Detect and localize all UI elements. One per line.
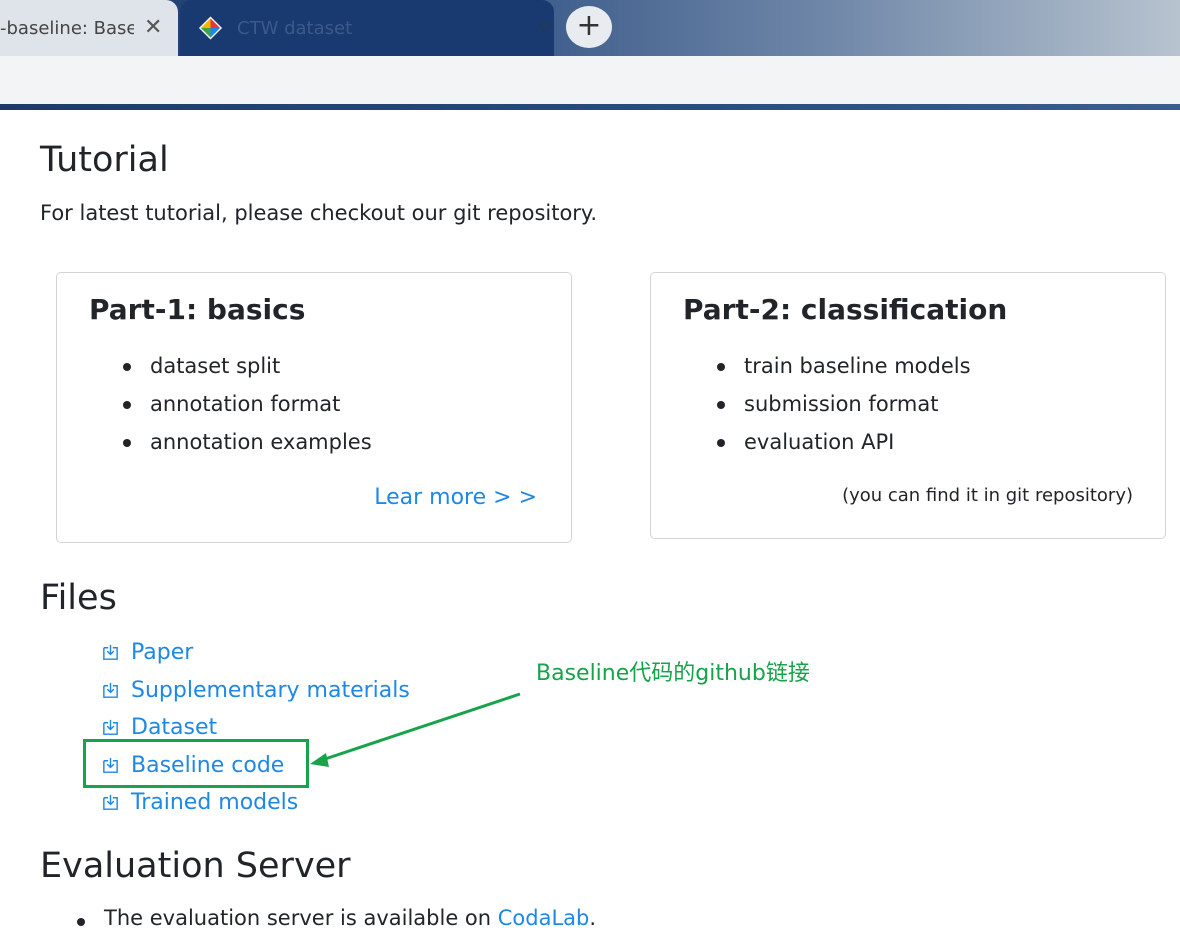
file-link-label[interactable]: Paper	[131, 640, 193, 665]
card-title: Part-1: basics	[89, 293, 306, 326]
browser-toolbar	[0, 56, 1180, 104]
download-icon	[103, 720, 118, 736]
tutorial-heading: Tutorial	[40, 140, 169, 180]
tutorial-description: For latest tutorial, please checkout our…	[40, 201, 598, 225]
file-link-paper[interactable]: Paper	[101, 634, 410, 672]
evaluation-heading: Evaluation Server	[40, 846, 351, 886]
new-tab-button[interactable]: +	[566, 6, 612, 48]
list-item: annotation format	[123, 385, 372, 423]
site-favicon-icon	[198, 16, 223, 40]
evaluation-list: The evaluation server is available on Co…	[77, 906, 596, 930]
file-link-label[interactable]: Trained models	[131, 790, 298, 815]
browser-tabstrip: -baseline: Base ✕ CTW dataset ✕ +	[0, 0, 1180, 56]
tab-baseline[interactable]: -baseline: Base ✕	[0, 0, 178, 56]
download-icon	[103, 645, 118, 661]
toolbar-divider	[0, 104, 1180, 110]
download-icon	[103, 795, 118, 811]
close-icon[interactable]: ✕	[536, 17, 554, 39]
tab-title: -baseline: Base	[0, 17, 134, 39]
download-icon	[103, 682, 118, 698]
card-note: (you can find it in git repository)	[842, 485, 1133, 506]
card-part-1: Part-1: basics dataset split annotation …	[56, 272, 572, 543]
evaluation-text-end: .	[589, 906, 597, 930]
annotation-label: Baseline代码的github链接	[536, 661, 810, 686]
file-link-trained-models[interactable]: Trained models	[101, 784, 410, 822]
evaluation-text: The evaluation server is available on	[104, 906, 498, 930]
list-item: dataset split	[123, 347, 372, 385]
files-heading: Files	[40, 578, 117, 618]
file-list: Paper Supplementary materials Dataset Ba…	[101, 634, 410, 822]
list-item: train baseline models	[717, 347, 971, 385]
codalab-link[interactable]: CodaLab	[498, 906, 590, 930]
card-list: dataset split annotation format annotati…	[123, 347, 372, 461]
close-icon[interactable]: ✕	[144, 17, 162, 39]
file-link-label[interactable]: Dataset	[131, 715, 217, 740]
list-item: submission format	[717, 385, 971, 423]
list-item: The evaluation server is available on Co…	[77, 906, 596, 930]
tab-ctw-dataset[interactable]: CTW dataset ✕	[180, 0, 554, 56]
card-part-2: Part-2: classification train baseline mo…	[650, 272, 1166, 539]
list-item: evaluation API	[717, 423, 971, 461]
file-link-supplementary[interactable]: Supplementary materials	[101, 672, 410, 710]
file-link-label[interactable]: Supplementary materials	[131, 678, 410, 703]
card-title: Part-2: classification	[683, 293, 1008, 326]
card-list: train baseline models submission format …	[717, 347, 971, 461]
learn-more-link[interactable]: Lear more > >	[374, 485, 537, 510]
tab-title: CTW dataset	[237, 17, 353, 39]
list-item: annotation examples	[123, 423, 372, 461]
highlight-box	[83, 739, 309, 788]
